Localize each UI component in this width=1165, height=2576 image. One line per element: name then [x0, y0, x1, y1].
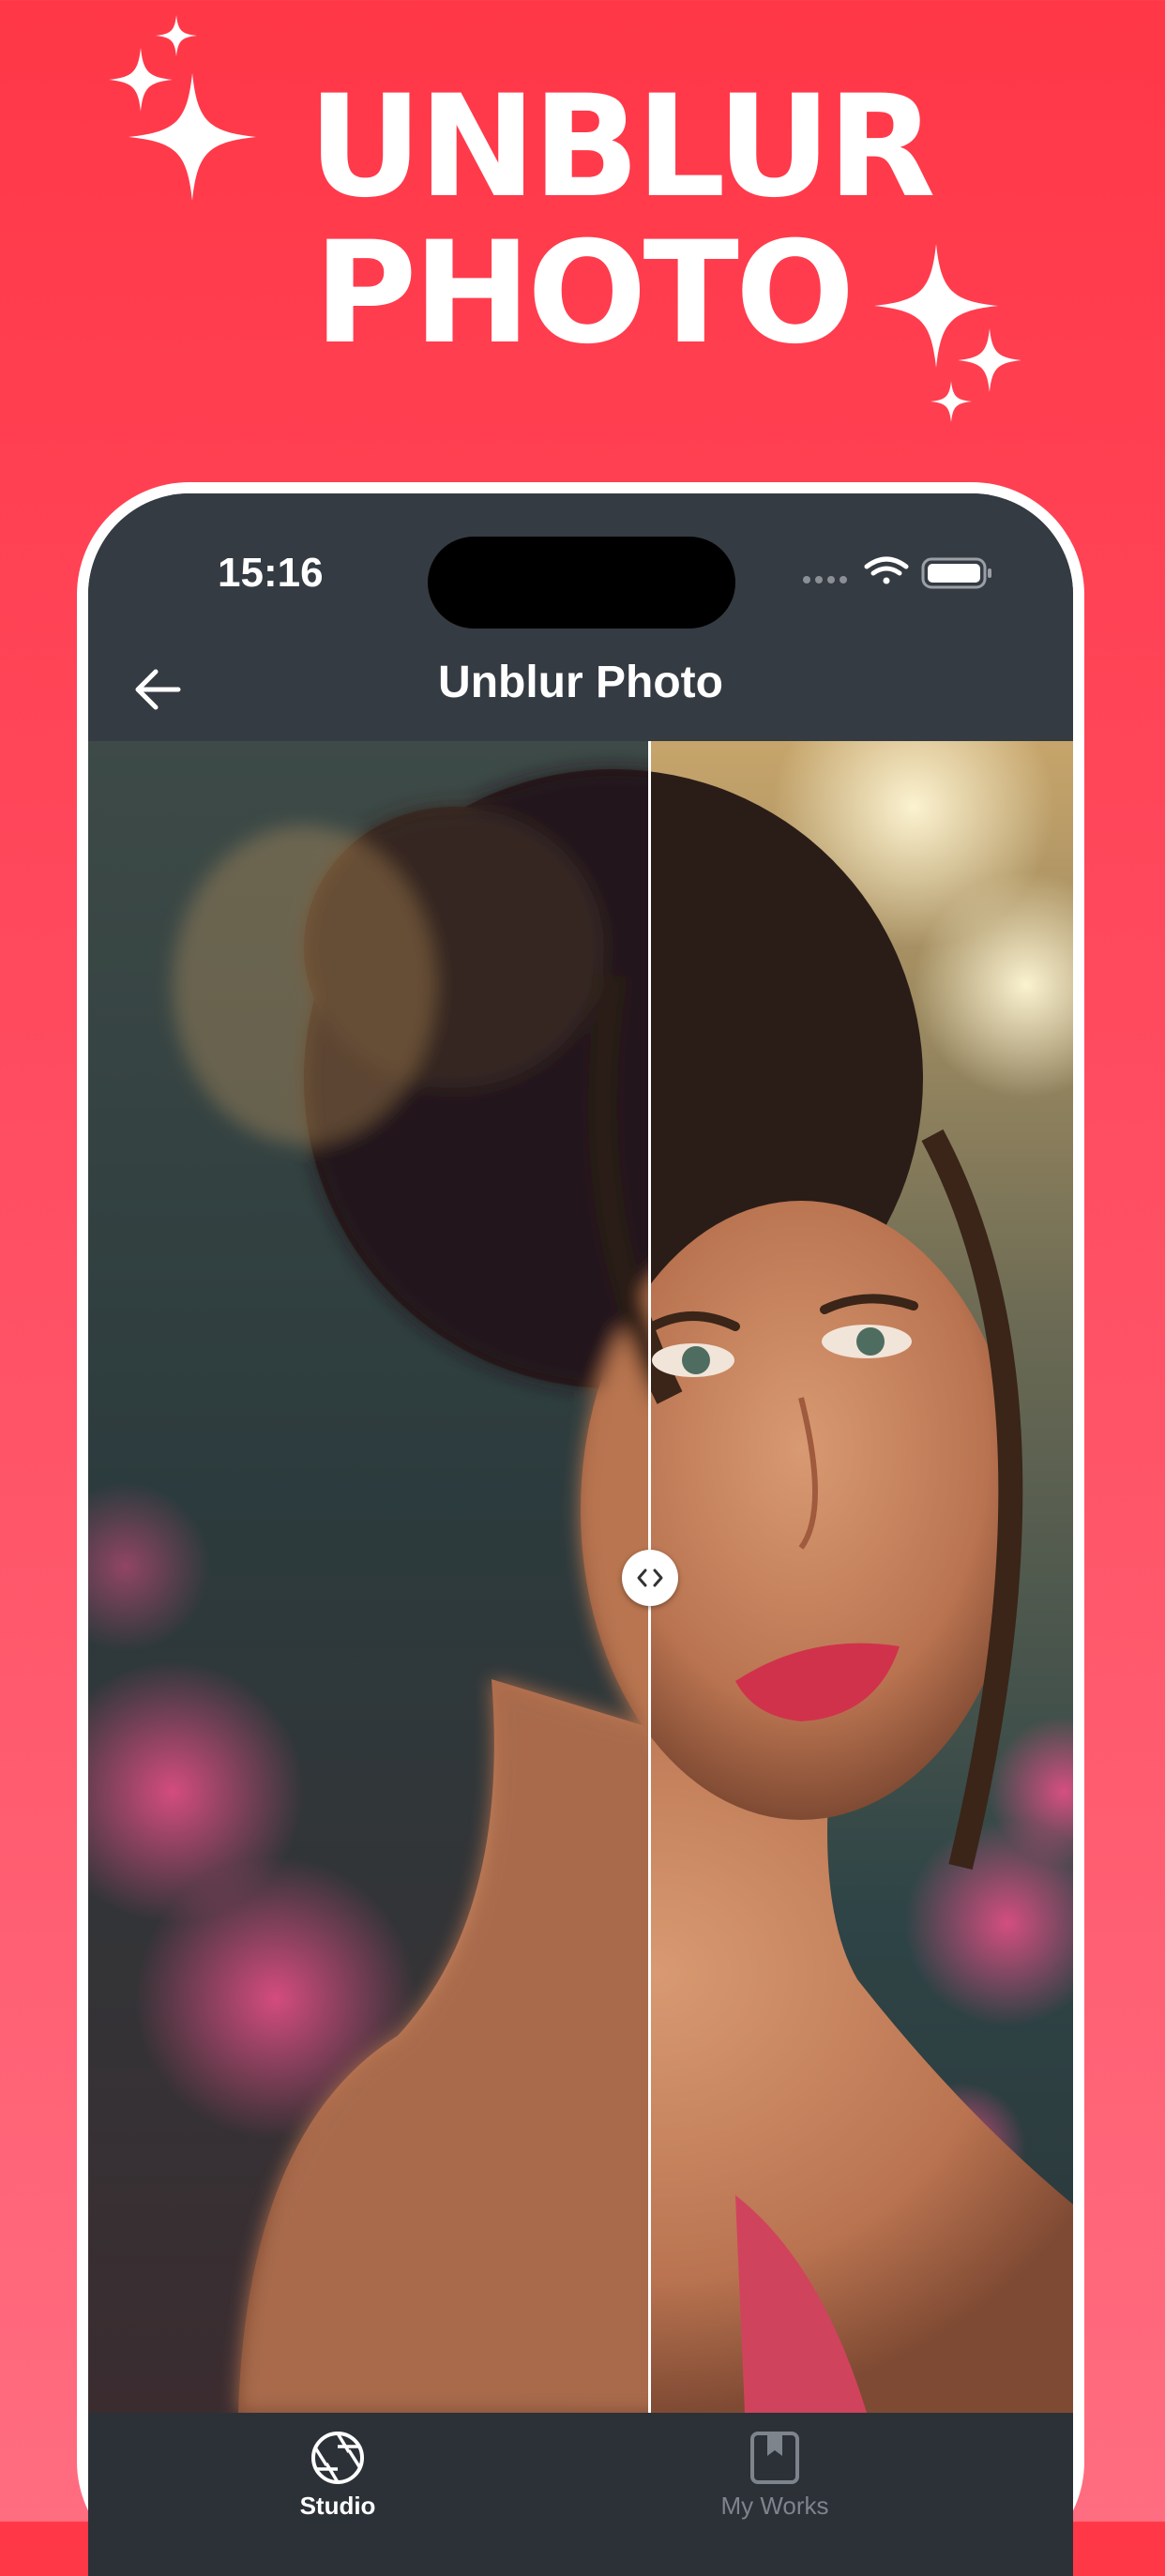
sparkle-icon: [156, 15, 197, 56]
sparkle-icon: [930, 381, 972, 422]
before-after-compare[interactable]: [88, 741, 1073, 2413]
headline-line-2: PHOTO: [313, 212, 855, 375]
tab-my-works[interactable]: My Works: [634, 2428, 915, 2550]
navigation-bar: Unblur Photo: [88, 634, 1073, 741]
phone-frame: 15:16 Unblur Photo Studio My Works: [77, 482, 1084, 2576]
chevron-left-right-icon: [637, 1568, 663, 1587]
signal-dots-icon: [803, 576, 847, 583]
dynamic-island: [428, 537, 735, 629]
status-icons: [803, 556, 991, 589]
tab-bar: Studio My Works: [88, 2413, 1073, 2576]
status-time: 15:16: [218, 550, 324, 596]
battery-icon: [921, 557, 991, 589]
status-bar: 15:16: [88, 493, 1073, 634]
compare-slider-handle[interactable]: [622, 1550, 678, 1606]
headline-line-1: UNBLUR: [308, 66, 935, 229]
tab-studio-label: Studio: [299, 2492, 376, 2520]
bookmark-box-icon: [750, 2432, 799, 2484]
page-title: Unblur Photo: [438, 658, 723, 707]
app-screen: 15:16 Unblur Photo Studio My Works: [88, 493, 1073, 2576]
wifi-icon: [864, 556, 909, 584]
portrait-photo: [88, 741, 1073, 2413]
tab-my-works-label: My Works: [720, 2492, 829, 2520]
aperture-icon: [311, 2432, 364, 2484]
tab-studio[interactable]: Studio: [197, 2428, 478, 2550]
